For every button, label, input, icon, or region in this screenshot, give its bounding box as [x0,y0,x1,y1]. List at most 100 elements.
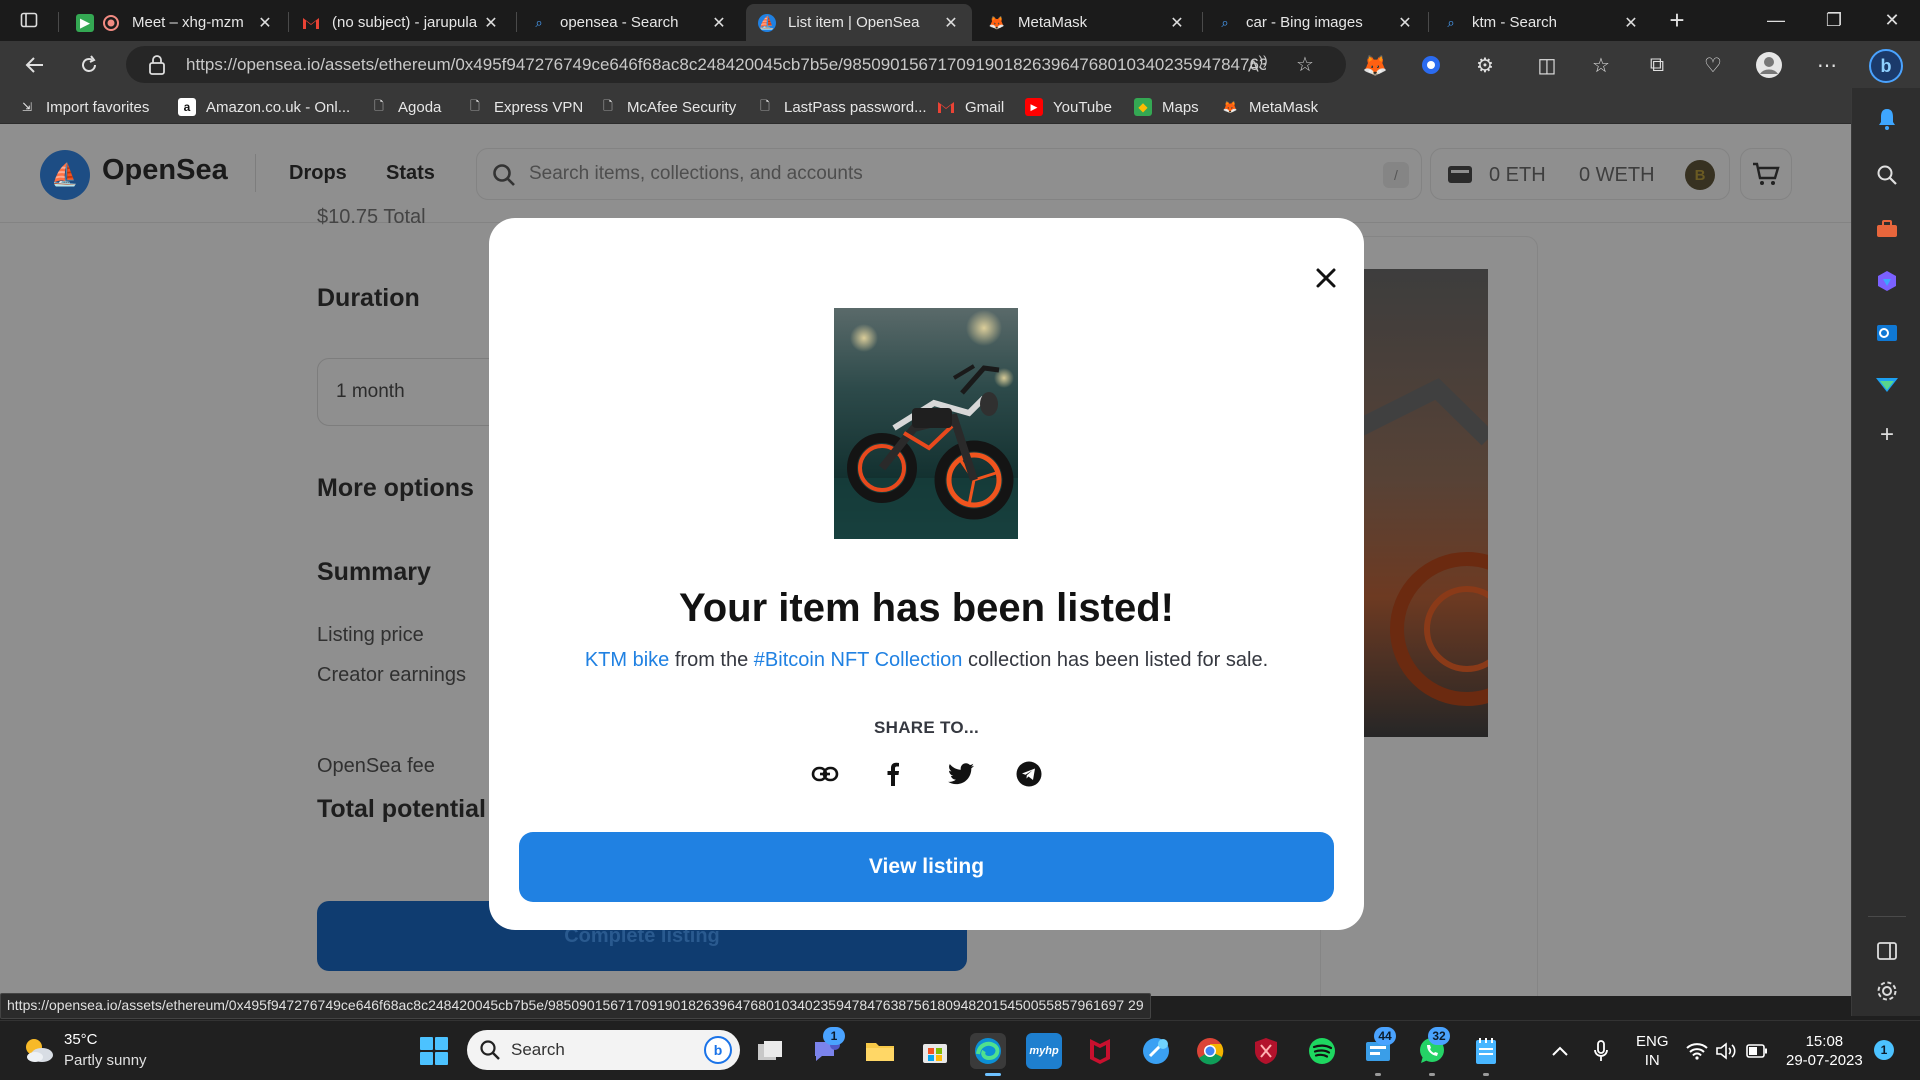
search-icon[interactable] [1874,162,1900,188]
search-icon: ⌕ [535,14,543,30]
collections-icon[interactable]: ⧉ [1640,49,1674,81]
extension-blue-icon[interactable] [1414,49,1448,81]
refresh-button[interactable] [72,49,106,81]
volume-icon[interactable] [1716,1021,1738,1080]
more-options-heading[interactable]: More options [317,474,474,503]
myhp-icon[interactable]: myhp [1026,1033,1062,1069]
fav-agoda[interactable]: 🗋 Agoda [370,96,441,118]
microphone-icon[interactable] [1594,1021,1608,1080]
mcafee-icon[interactable] [1082,1033,1118,1069]
search-input[interactable]: Search items, collections, and accounts [529,163,1329,185]
tools-briefcase-icon[interactable] [1874,216,1900,242]
close-window-button[interactable]: ✕ [1864,0,1920,41]
battery-icon[interactable] [1746,1021,1768,1080]
microsoft-store-icon[interactable] [917,1033,953,1069]
twitter-icon[interactable] [943,756,979,792]
close-icon[interactable]: ✕ [1620,12,1642,34]
notification-badge[interactable]: 1 [1874,1040,1894,1060]
close-icon[interactable] [1315,267,1337,289]
system-clock[interactable]: 15:08 29-07-2023 [1786,1032,1863,1070]
restore-button[interactable]: ❐ [1806,0,1862,41]
tab-gmail[interactable]: (no subject) - jarupula ✕ [290,4,512,41]
hide-sidebar-icon[interactable] [1874,938,1900,964]
performance-icon[interactable]: ♡ [1696,49,1730,81]
fav-gmail[interactable]: Gmail [937,96,1004,118]
copy-link-icon[interactable] [807,756,843,792]
favorite-star-icon[interactable]: ☆ [1296,52,1314,77]
close-icon[interactable]: ✕ [480,12,502,34]
item-name-link[interactable]: KTM bike [585,649,669,671]
cart-button[interactable] [1740,148,1792,200]
windows-start-button[interactable] [420,1037,448,1065]
wifi-icon[interactable] [1686,1021,1708,1080]
tab-ktm-search[interactable]: ⌕ ktm - Search ✕ [1430,4,1652,41]
edge-browser-icon[interactable] [970,1033,1006,1069]
phone-link-icon[interactable] [1138,1033,1174,1069]
fav-express-vpn[interactable]: 🗋 Express VPN [466,96,583,118]
collection-name-link[interactable]: #Bitcoin NFT Collection [754,649,963,671]
weather-temperature[interactable]: 35°C [64,1031,98,1048]
notepad-icon[interactable] [1468,1033,1504,1069]
fav-amazon[interactable]: a Amazon.co.uk - Onl... [178,96,350,118]
split-screen-icon[interactable]: ◫ [1530,49,1564,81]
favorites-icon[interactable]: ☆ [1584,49,1618,81]
bing-icon[interactable]: b [704,1036,732,1064]
close-icon[interactable]: ✕ [940,12,962,34]
read-aloud-icon[interactable]: A)) [1248,53,1268,76]
opensea-search-bar[interactable]: Search items, collections, and accounts … [476,148,1422,200]
shield-app-icon[interactable] [1248,1033,1284,1069]
opensea-logo-icon[interactable]: ⛵ [40,150,90,200]
fav-youtube[interactable]: ▶ YouTube [1025,96,1112,118]
close-modal-button[interactable] [1304,256,1348,300]
tab-opensea-search[interactable]: ⌕ opensea - Search ✕ [518,4,740,41]
language-indicator[interactable]: ENG IN [1636,1032,1669,1070]
tab-metamask[interactable]: 🦊 MetaMask ✕ [976,4,1198,41]
tab-actions-icon[interactable] [12,4,46,36]
close-icon[interactable]: ✕ [1394,12,1416,34]
add-sidebar-app-icon[interactable]: + [1874,421,1900,448]
lock-icon[interactable] [148,55,168,75]
drop-send-icon[interactable] [1874,372,1900,398]
task-view-icon[interactable] [752,1033,788,1069]
close-icon[interactable]: ✕ [708,12,730,34]
profile-avatar[interactable] [1752,49,1786,81]
sidebar-settings-gear-icon[interactable] [1874,978,1900,1004]
nav-stats[interactable]: Stats [386,162,435,185]
fav-import-favorites[interactable]: ⇲ Import favorites [18,96,149,118]
view-listing-button[interactable]: View listing [519,832,1334,902]
wallet-balance-button[interactable]: 0 ETH 0 WETH B [1430,148,1730,200]
tab-car-bing-images[interactable]: ⌕ car - Bing images ✕ [1204,4,1426,41]
copilot-icon[interactable] [1874,268,1900,294]
tab-list-item-opensea[interactable]: ⛵ List item | OpenSea ✕ [746,4,972,41]
weather-description[interactable]: Partly sunny [64,1052,147,1069]
weather-partly-sunny-icon[interactable] [22,1036,54,1064]
telegram-icon[interactable] [1011,756,1047,792]
fav-maps[interactable]: ◆ Maps [1134,96,1199,118]
url-text[interactable]: https://opensea.io/assets/ethereum/0x495… [186,55,1266,75]
close-icon[interactable]: ✕ [1166,12,1188,34]
address-bar[interactable]: https://opensea.io/assets/ethereum/0x495… [126,46,1346,83]
back-button[interactable] [18,49,52,81]
bing-copilot-icon[interactable]: b [1866,46,1906,86]
nav-drops[interactable]: Drops [289,162,347,185]
metamask-extension-icon[interactable]: 🦊 [1358,49,1392,81]
chrome-icon[interactable] [1192,1033,1228,1069]
spotify-icon[interactable] [1304,1033,1340,1069]
minimize-button[interactable]: — [1748,0,1804,41]
notifications-bell-icon[interactable] [1874,106,1900,132]
outlook-icon[interactable] [1874,320,1900,346]
fav-metamask[interactable]: 🦊 MetaMask [1221,96,1319,118]
taskbar-search-box[interactable]: Search b [467,1030,740,1070]
close-icon[interactable]: ✕ [254,12,276,34]
tab-meet[interactable]: ▶ Meet – xhg-mzm ✕ [64,4,286,41]
fav-mcafee[interactable]: 🗋 McAfee Security [599,96,736,118]
extensions-puzzle-icon[interactable]: ⚙ [1468,49,1502,81]
fav-lastpass[interactable]: 🗋 LastPass password... [756,96,926,118]
settings-more-icon[interactable]: ⋯ [1810,49,1844,81]
new-tab-button[interactable]: + [1660,4,1694,36]
facebook-icon[interactable] [875,756,911,792]
show-hidden-icons-chevron-up-icon[interactable] [1552,1021,1568,1080]
avatar[interactable]: B [1685,160,1715,190]
opensea-brand[interactable]: OpenSea [102,154,228,187]
file-explorer-icon[interactable] [862,1033,898,1069]
